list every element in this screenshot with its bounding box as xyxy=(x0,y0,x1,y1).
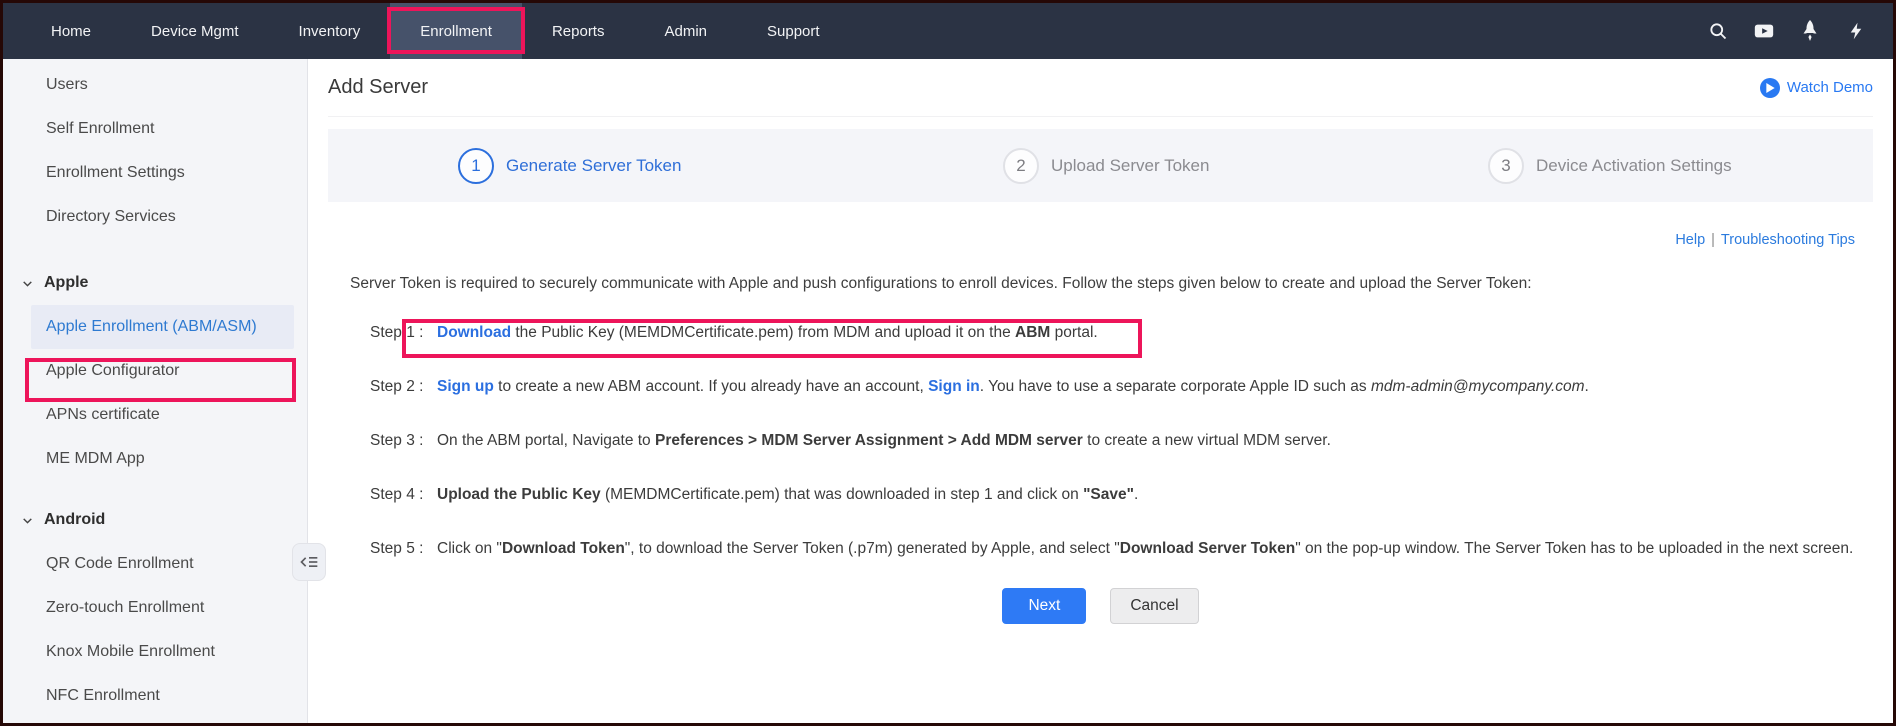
help-links: Help | Troubleshooting Tips xyxy=(328,232,1873,248)
video-icon[interactable] xyxy=(1753,20,1775,42)
step-text-part: " on the pop-up window. The Server Token… xyxy=(1295,540,1853,557)
sidebar-section-apple-label: Apple xyxy=(44,274,88,292)
troubleshooting-tips-link[interactable]: Troubleshooting Tips xyxy=(1721,232,1855,248)
step-text-bold: Preferences > MDM Server Assignment > Ad… xyxy=(655,432,1083,449)
sidebar-item-me-mdm-app[interactable]: ME MDM App xyxy=(3,437,307,481)
page-title: Add Server xyxy=(328,76,428,99)
sign-up-link[interactable]: Sign up xyxy=(437,378,494,395)
step-text-part: the Public Key (MEMDMCertificate.pem) fr… xyxy=(511,324,1015,341)
help-separator: | xyxy=(1711,232,1715,248)
sidebar-section-android[interactable]: Android xyxy=(3,498,307,542)
sidebar-item-directory-services[interactable]: Directory Services xyxy=(3,195,307,239)
help-link[interactable]: Help xyxy=(1675,232,1705,248)
step-text-part: . xyxy=(1585,378,1589,395)
lightning-icon[interactable] xyxy=(1845,20,1867,42)
content-header: Add Server Watch Demo xyxy=(328,59,1873,117)
step-label: Step 5 : xyxy=(370,529,437,569)
instruction-step-5: Step 5 : Click on "Download Token", to d… xyxy=(370,529,1873,569)
instruction-steps: Step 1 : Download the Public Key (MEMDMC… xyxy=(370,313,1873,569)
step-text-part: . xyxy=(1134,486,1138,503)
step-text-part: to create a new ABM account. If you alre… xyxy=(494,378,928,395)
nav-icon-group xyxy=(1707,3,1893,59)
main-layout: Users Self Enrollment Enrollment Setting… xyxy=(3,59,1893,726)
instruction-step-3: Step 3 : On the ABM portal, Navigate to … xyxy=(370,421,1873,461)
search-icon[interactable] xyxy=(1707,20,1729,42)
nav-tabs: Home Device Mgmt Inventory Enrollment Re… xyxy=(3,3,850,59)
sidebar-item-users[interactable]: Users xyxy=(3,63,307,107)
chevron-down-icon xyxy=(21,277,34,290)
step-text-part: ", to download the Server Token (.p7m) g… xyxy=(625,540,1120,557)
step-text-bold: "Save" xyxy=(1083,486,1134,503)
sidebar-item-apple-enrollment[interactable]: Apple Enrollment (ABM/ASM) xyxy=(31,305,294,349)
step-text-part: portal. xyxy=(1050,324,1097,341)
nav-tab-inventory[interactable]: Inventory xyxy=(269,3,391,59)
step-text: Sign up to create a new ABM account. If … xyxy=(437,367,1589,407)
step-text-part: . You have to use a separate corporate A… xyxy=(980,378,1371,395)
step-label: Step 4 : xyxy=(370,475,437,515)
nav-tab-device-mgmt[interactable]: Device Mgmt xyxy=(121,3,269,59)
instruction-step-2: Step 2 : Sign up to create a new ABM acc… xyxy=(370,367,1873,407)
step-text-part: (MEMDMCertificate.pem) that was download… xyxy=(601,486,1083,503)
watch-demo-link[interactable]: Watch Demo xyxy=(1760,78,1873,98)
step-text: On the ABM portal, Navigate to Preferenc… xyxy=(437,421,1331,461)
step-text-bold: ABM xyxy=(1015,324,1050,341)
action-buttons: Next Cancel xyxy=(328,588,1873,624)
sidebar-item-apns-certificate[interactable]: APNs certificate xyxy=(3,393,307,437)
step-text-part: On the ABM portal, Navigate to xyxy=(437,432,655,449)
next-button[interactable]: Next xyxy=(1002,588,1086,624)
nav-tab-admin[interactable]: Admin xyxy=(634,3,737,59)
sidebar-section-apple[interactable]: Apple xyxy=(3,261,307,305)
step-label: Generate Server Token xyxy=(506,156,681,176)
stepper-step-device-activation[interactable]: 3 Device Activation Settings xyxy=(1488,129,1732,202)
step-number: 3 xyxy=(1488,148,1524,184)
stepper-step-upload-token[interactable]: 2 Upload Server Token xyxy=(1003,129,1209,202)
nav-tab-home[interactable]: Home xyxy=(21,3,121,59)
sidebar-item-nfc-enrollment[interactable]: NFC Enrollment xyxy=(3,674,307,718)
step-number: 1 xyxy=(458,148,494,184)
sidebar-item-zero-touch-enrollment[interactable]: Zero-touch Enrollment xyxy=(3,586,307,630)
watch-demo-label: Watch Demo xyxy=(1787,79,1873,96)
step-label: Upload Server Token xyxy=(1051,156,1209,176)
sidebar-item-apple-configurator[interactable]: Apple Configurator xyxy=(3,349,307,393)
step-text-part: Click on " xyxy=(437,540,502,557)
stepper-step-generate-token[interactable]: 1 Generate Server Token xyxy=(458,129,681,202)
step-text-part: to create a new virtual MDM server. xyxy=(1083,432,1331,449)
sidebar-item-enrollment-settings[interactable]: Enrollment Settings xyxy=(3,151,307,195)
sidebar: Users Self Enrollment Enrollment Setting… xyxy=(3,59,308,726)
apple-id-example: mdm-admin@mycompany.com xyxy=(1371,378,1585,395)
step-label: Step 2 : xyxy=(370,367,437,407)
step-text-bold: Upload the Public Key xyxy=(437,486,601,503)
nav-tab-enrollment[interactable]: Enrollment xyxy=(390,3,522,59)
app-window: Home Device Mgmt Inventory Enrollment Re… xyxy=(0,0,1896,726)
rocket-icon[interactable] xyxy=(1799,20,1821,42)
step-text-bold: Download Server Token xyxy=(1120,540,1295,557)
play-circle-icon xyxy=(1760,78,1780,98)
sign-in-link[interactable]: Sign in xyxy=(928,378,980,395)
nav-tab-reports[interactable]: Reports xyxy=(522,3,635,59)
step-text: Click on "Download Token", to download t… xyxy=(437,529,1853,569)
sidebar-item-qr-code-enrollment[interactable]: QR Code Enrollment xyxy=(3,542,307,586)
instruction-step-1: Step 1 : Download the Public Key (MEMDMC… xyxy=(370,313,1873,353)
step-text-bold: Download Token xyxy=(502,540,625,557)
collapse-sidebar-icon[interactable] xyxy=(292,543,326,581)
sidebar-item-self-enrollment[interactable]: Self Enrollment xyxy=(3,107,307,151)
intro-text: Server Token is required to securely com… xyxy=(350,274,1873,294)
chevron-down-icon xyxy=(21,514,34,527)
top-nav: Home Device Mgmt Inventory Enrollment Re… xyxy=(3,3,1893,59)
nav-tab-support[interactable]: Support xyxy=(737,3,850,59)
sidebar-section-android-label: Android xyxy=(44,511,105,529)
step-number: 2 xyxy=(1003,148,1039,184)
step-label: Step 1 : xyxy=(370,313,437,353)
sidebar-item-knox-mobile-enrollment[interactable]: Knox Mobile Enrollment xyxy=(3,630,307,674)
step-label: Step 3 : xyxy=(370,421,437,461)
step-text: Download the Public Key (MEMDMCertificat… xyxy=(437,313,1098,353)
step-label: Device Activation Settings xyxy=(1536,156,1732,176)
content-panel: Add Server Watch Demo 1 Generate Server … xyxy=(308,59,1893,726)
step-text: Upload the Public Key (MEMDMCertificate.… xyxy=(437,475,1138,515)
download-link[interactable]: Download xyxy=(437,324,511,341)
cancel-button[interactable]: Cancel xyxy=(1110,588,1198,624)
instruction-step-4: Step 4 : Upload the Public Key (MEMDMCer… xyxy=(370,475,1873,515)
stepper: 1 Generate Server Token 2 Upload Server … xyxy=(328,129,1873,202)
